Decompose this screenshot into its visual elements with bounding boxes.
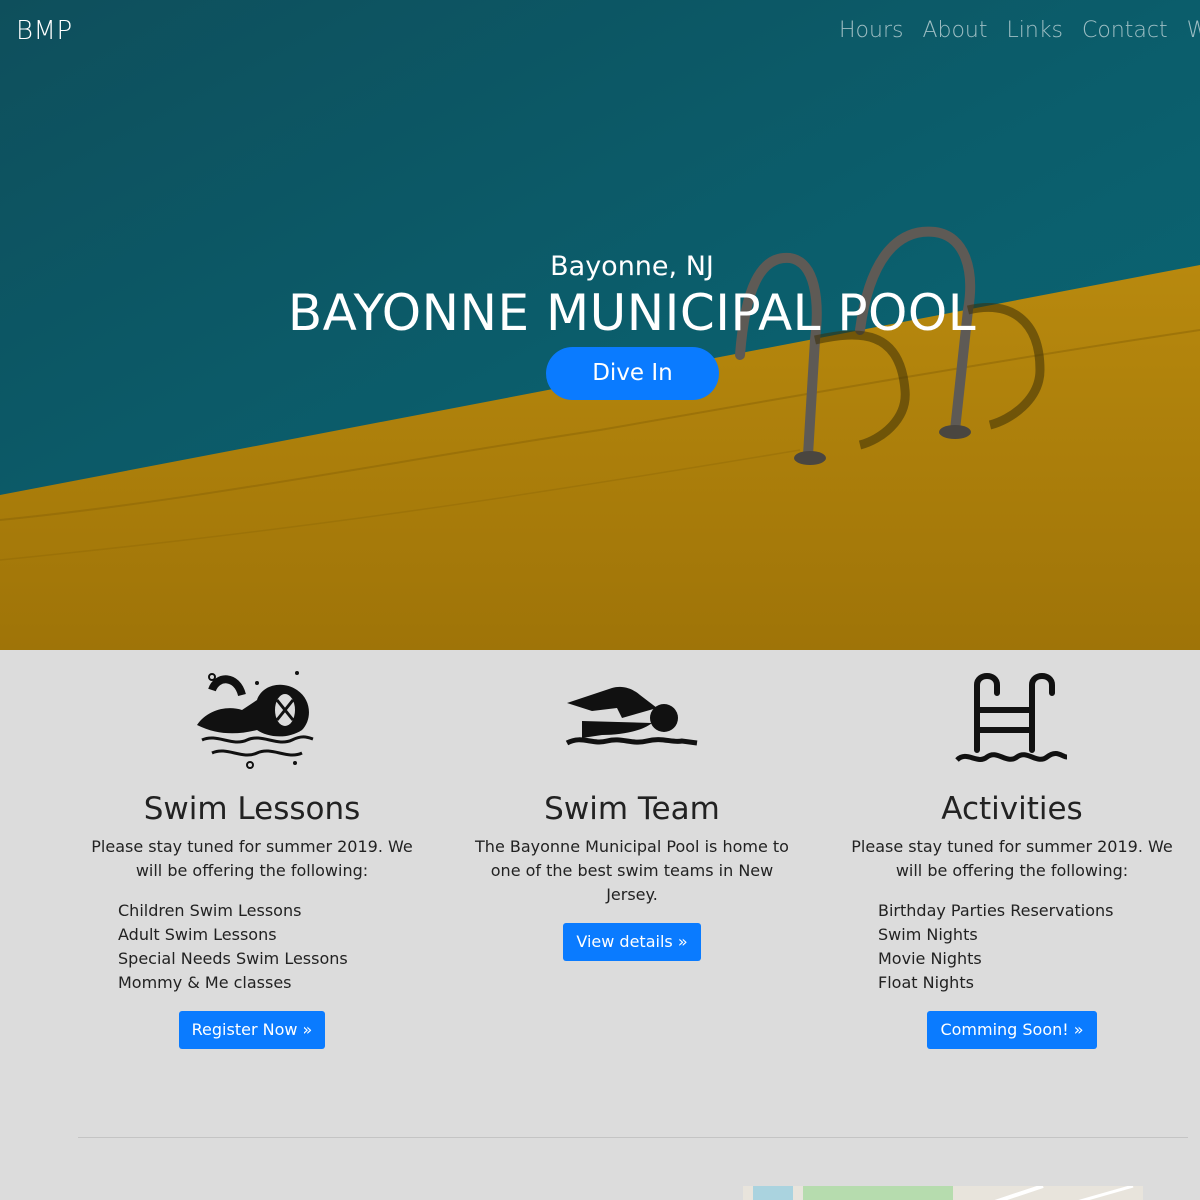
hero-section: BMP Hours About Links Contact Wea Bayonn… [0,0,1200,650]
activities-list: Birthday Parties Reservations Swim Night… [878,899,1200,995]
nav-link-about[interactable]: About [922,18,987,43]
list-item: Birthday Parties Reservations [878,901,1114,920]
pool-ladder-icon [955,673,1068,763]
swimmer-splash-icon [197,671,314,769]
dive-in-button[interactable]: Dive In [546,347,719,400]
swim-lessons-list: Children Swim Lessons Adult Swim Lessons… [118,899,442,995]
nav-link-links[interactable]: Links [1007,18,1064,43]
comming-soon-button[interactable]: Comming Soon! » [927,1011,1097,1049]
list-item: Movie Nights [878,949,982,968]
nav-link-weather[interactable]: Wea [1187,18,1200,43]
swim-team-title: Swim Team [544,791,720,827]
swim-lessons-title: Swim Lessons [143,791,361,827]
list-item: Adult Swim Lessons [118,925,277,944]
swim-lessons-text: Please stay tuned for summer 2019. We wi… [91,837,413,880]
brand-logo[interactable]: BMP [16,16,73,46]
list-item: Swim Nights [878,925,978,944]
feature-swim-team: Swim Team The Bayonne Municipal Pool is … [442,660,822,961]
hero-title: BAYONNE MUNICIPAL POOL [287,284,977,342]
activities-text: Please stay tuned for summer 2019. We wi… [851,837,1173,880]
list-item: Special Needs Swim Lessons [118,949,348,968]
list-item: Children Swim Lessons [118,901,302,920]
view-details-button[interactable]: View details » [563,923,701,961]
map-tiles [743,1186,1143,1200]
list-item: Float Nights [878,973,974,992]
register-now-button[interactable]: Register Now » [178,1011,326,1049]
list-item: Mommy & Me classes [118,973,292,992]
location-map[interactable] [743,1186,1143,1200]
nav-link-contact[interactable]: Contact [1082,18,1168,43]
swim-team-text: The Bayonne Municipal Pool is home to on… [475,837,789,904]
swimmer-freestyle-icon [565,686,698,745]
hero-text: Bayonne, NJ BAYONNE MUNICIPAL POOL [0,250,1200,342]
feature-swim-lessons: Swim Lessons Please stay tuned for summe… [62,660,442,1049]
nav-links: Hours About Links Contact Wea [839,18,1200,43]
feature-activities: Activities Please stay tuned for summer … [822,660,1200,1049]
navbar: BMP Hours About Links Contact Wea [0,0,1200,64]
nav-link-hours[interactable]: Hours [839,18,903,43]
activities-title: Activities [941,791,1083,827]
hero-subtitle: Bayonne, NJ [550,251,714,282]
section-divider [78,1137,1188,1138]
